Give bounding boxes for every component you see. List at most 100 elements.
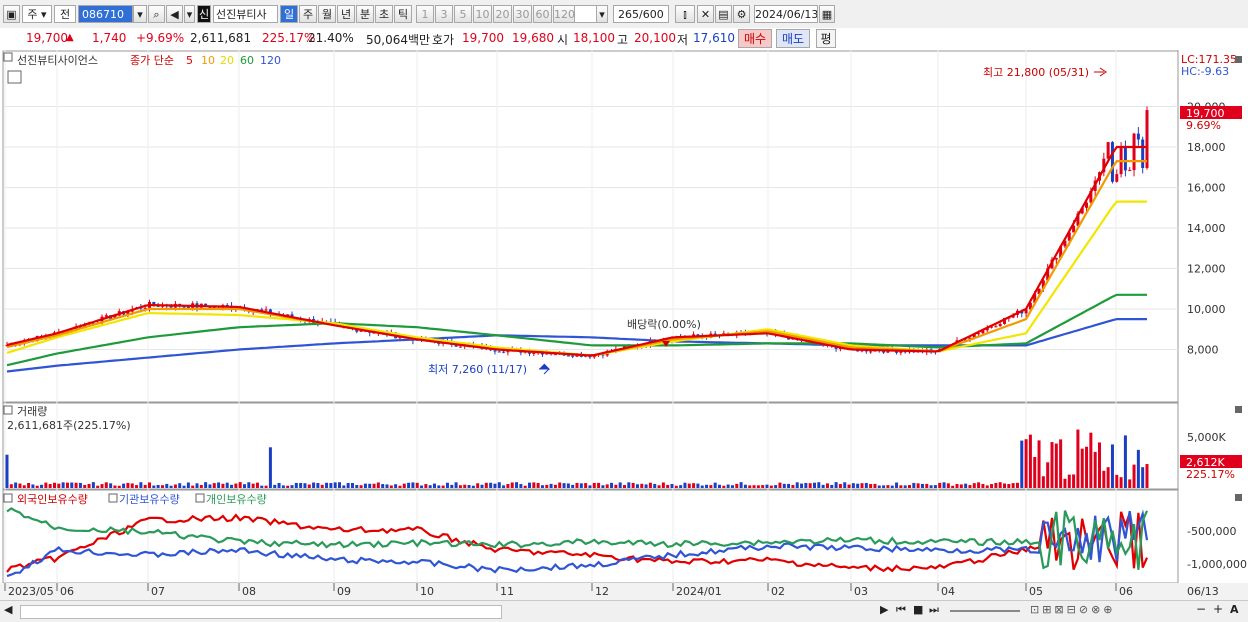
period-button-6[interactable]: 틱 [394,5,412,23]
volume-bar [631,482,635,488]
stock-name-tag: 선진뷰티사이언스 [17,54,98,67]
market-select[interactable]: 주 ▾ [22,5,52,23]
candle-body [493,350,497,352]
volume-panel-close-icon[interactable] [1235,406,1242,413]
volume-bar [204,482,208,488]
price-panel-close-icon[interactable] [1235,56,1242,63]
volume-bar [1076,429,1080,488]
interval-button-7[interactable]: 120 [553,5,575,23]
period-button-5[interactable]: 초 [375,5,393,23]
volume-bar [463,484,467,488]
volume-bar [821,484,825,488]
count-display[interactable]: 265/600 [613,5,669,23]
volume-bar [985,485,989,488]
speaker-dropdown-icon[interactable]: ▾ [184,5,195,23]
chart-area[interactable]: 선진뷰티사이언스 종가 단순 5 10 20 60 120 LC:171.35 … [0,50,1248,600]
volume-bar [765,484,769,488]
interval-dropdown-icon[interactable]: ▾ [596,5,608,23]
volume-bar [817,482,821,488]
x-axis-label: 10 [420,585,434,598]
period-button-3[interactable]: 년 [337,5,355,23]
layout-icon[interactable]: ▣ [3,5,20,23]
search-icon[interactable]: ⌕ [148,5,165,23]
period-button-4[interactable]: 분 [356,5,374,23]
volume-bar [22,485,26,488]
volume-bar [614,484,618,488]
volume-bar [510,482,514,488]
volume-bar [65,482,69,488]
save-icon[interactable]: ▤ [715,5,732,23]
period-button-0[interactable]: 일 [280,5,298,23]
volume-bar [709,485,713,488]
code-dropdown-icon[interactable]: ▾ [133,5,147,23]
volume-bar [825,483,829,488]
volume-bar [920,483,924,488]
volume-bar [152,485,156,488]
volume-bar [195,483,199,488]
volume-bar [420,485,424,488]
volume-bar [566,483,570,488]
calendar-icon[interactable]: ▦ [819,5,835,23]
period-button-1[interactable]: 주 [299,5,317,23]
volume-bar [230,484,234,488]
volume-bar [139,482,143,488]
foreign-label: 외국인보유수량 [17,493,88,506]
zoom-out-icon[interactable]: − [1196,602,1206,616]
scroll-left-icon[interactable]: ◀ [4,603,12,616]
x-axis-label: 04 [941,585,955,598]
volume-bar [1067,474,1071,488]
scroll-right-icon[interactable]: ▶ [880,603,888,616]
zoom-tools-icon[interactable]: ⊡⊞⊠⊟⊘⊗⊕ [1030,603,1116,616]
stop-icon[interactable]: ■ [913,603,923,616]
scroll-bar[interactable]: ◀ ▶ ⏮ ■ ⏭ ⊡⊞⊠⊟⊘⊗⊕ − + A [0,600,1248,622]
sell-button[interactable]: 매도 [776,29,810,48]
scroll-thumb[interactable] [20,605,502,619]
zoom-slider[interactable] [950,610,1020,612]
volume-bar [756,485,760,488]
volume-bar [705,484,709,488]
candle-body [532,352,536,354]
interval-button-4[interactable]: 20 [493,5,512,23]
volume-bar [61,482,65,488]
volume-bar [968,485,972,488]
y-tick-label: 16,000 [1187,181,1226,194]
interval-button-1[interactable]: 3 [435,5,453,23]
period-button-2[interactable]: 월 [318,5,336,23]
y-tick-label: 12,000 [1187,262,1226,275]
volume-bar [761,485,765,488]
interval-button-6[interactable]: 60 [533,5,552,23]
font-size-icon[interactable]: A [1230,603,1239,616]
candle-body [998,323,1002,327]
stock-code-input[interactable]: 086710 [78,5,133,23]
volume-bar [994,482,998,488]
volume-bar [221,483,225,488]
volume-bar [899,485,903,488]
interval-button-3[interactable]: 10 [473,5,492,23]
volume-bar [1072,474,1076,488]
rewind-icon[interactable]: ⏮ [896,603,906,617]
interval-button-2[interactable]: 5 [454,5,472,23]
table-icon[interactable] [7,70,22,84]
draw-icon[interactable]: ✕ [697,5,714,23]
holding-panel-close-icon[interactable] [1235,494,1242,501]
speaker-icon[interactable]: ◀ [166,5,183,23]
high-price: 20,100 [634,31,676,45]
interval-button-0[interactable]: 1 [416,5,434,23]
buy-button[interactable]: 매수 [738,29,772,48]
candle-icon[interactable]: ⫾ [675,5,695,23]
prev-select[interactable]: 전 [54,5,76,23]
gear-icon[interactable]: ⚙ [733,5,750,23]
forward-icon[interactable]: ⏭ [929,603,939,617]
interval-button-5[interactable]: 30 [513,5,532,23]
volume-bar [670,483,674,488]
volume-bar [692,483,696,488]
zoom-in-icon[interactable]: + [1213,602,1223,616]
volume-bar [713,482,717,488]
individual-label: 개인보유수량 [206,493,267,506]
volume-bar [143,484,147,488]
dividend-note: 배당락(0.00%) [627,318,701,331]
date-input[interactable]: 2024/06/13 [754,5,818,23]
avg-button[interactable]: 평 [816,29,836,48]
volume-bar [169,485,173,488]
volume-bar [27,482,31,488]
